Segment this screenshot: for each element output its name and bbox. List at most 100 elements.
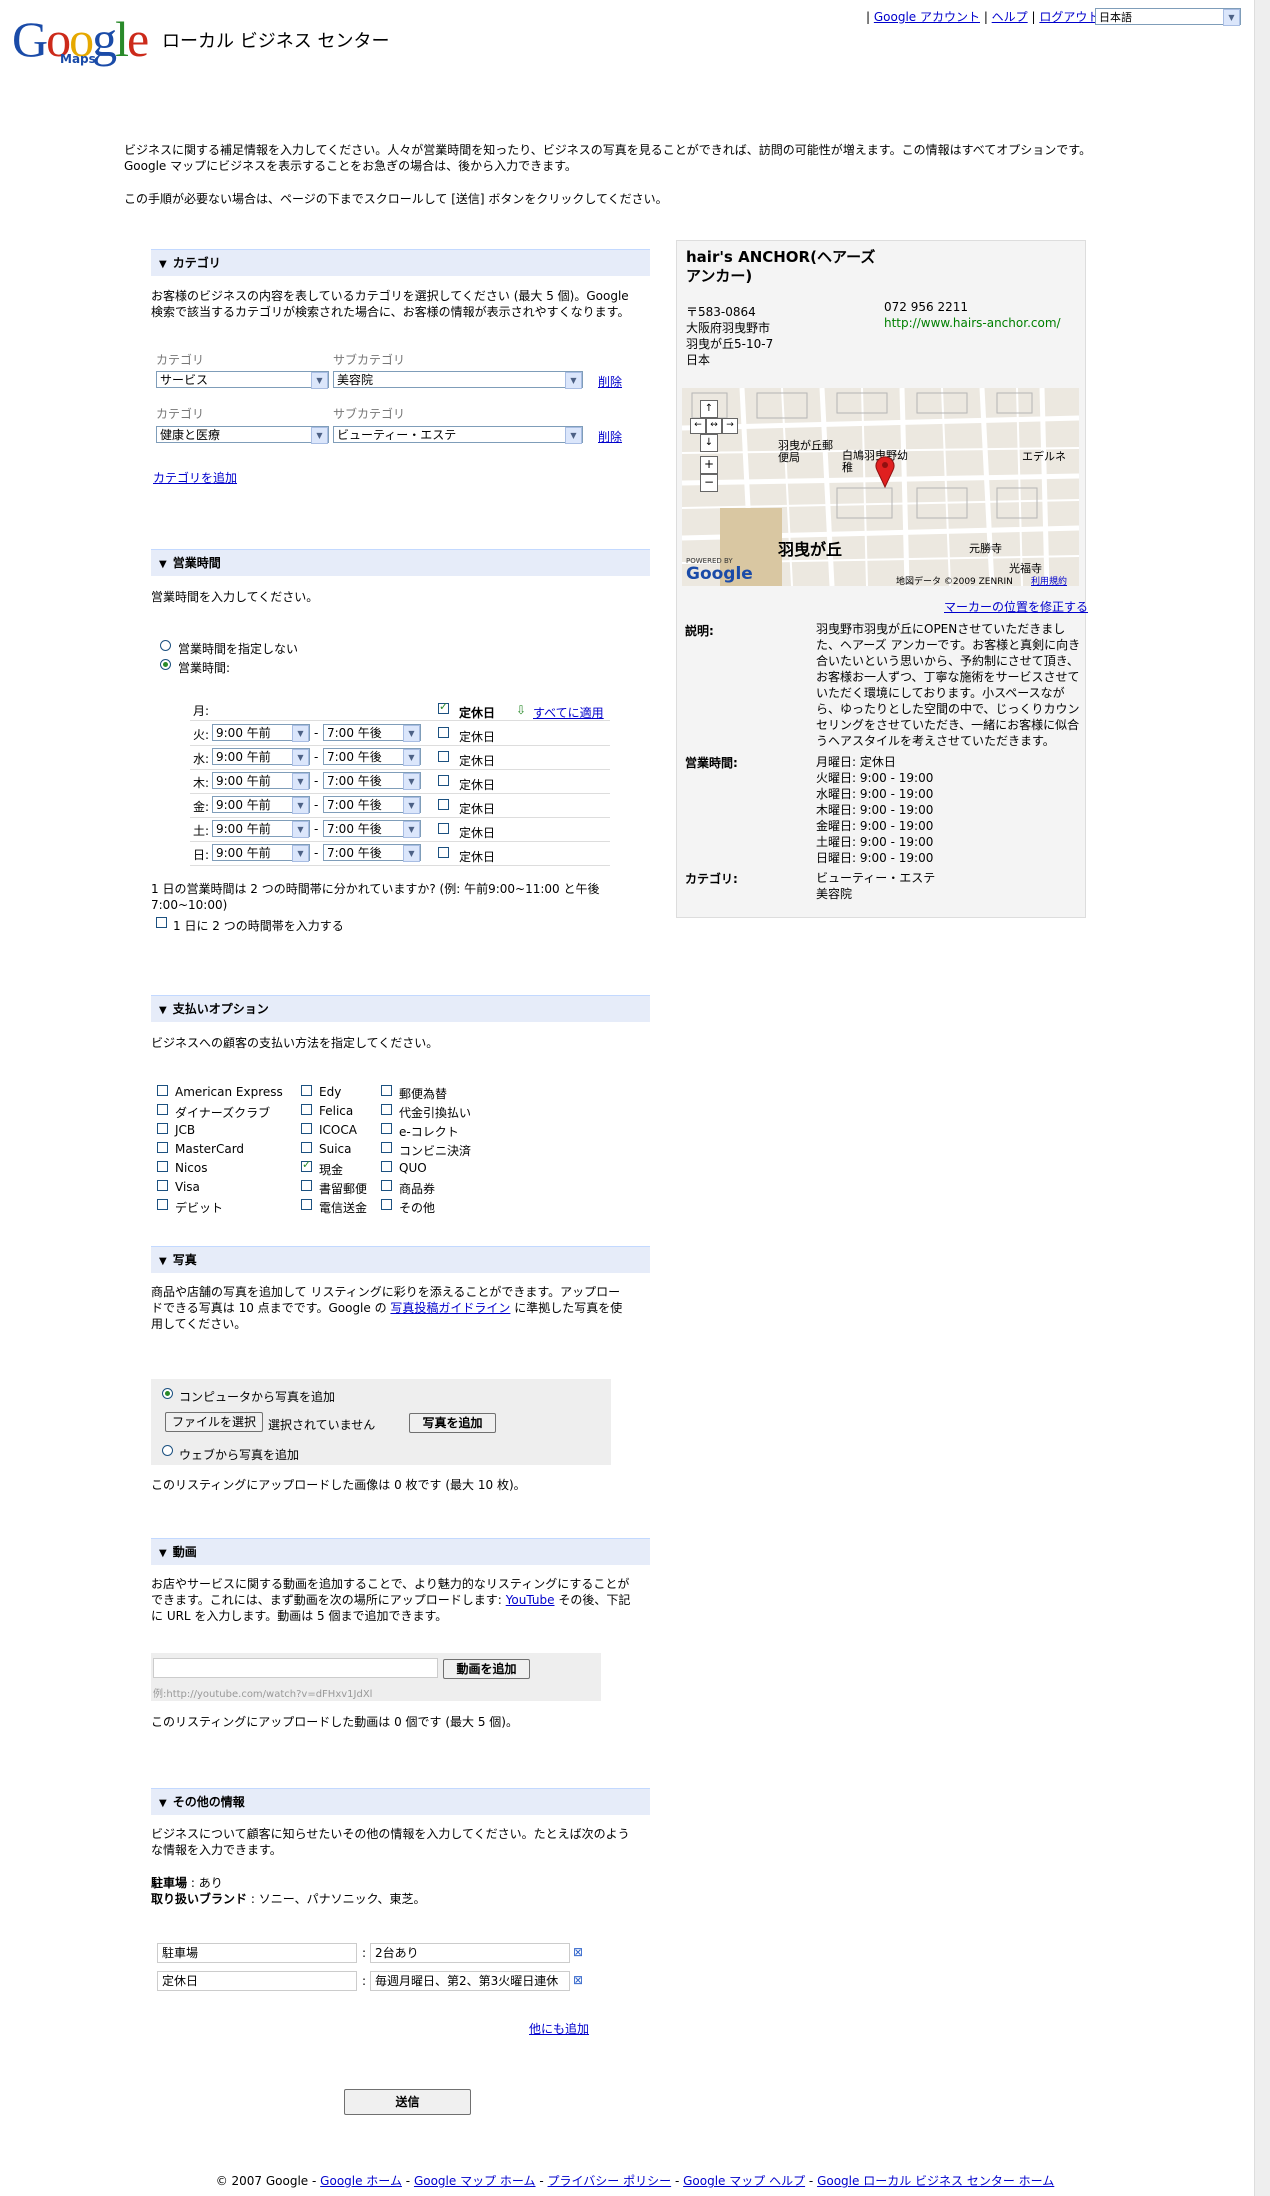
open-time-select[interactable]: 9:00 午前 ▼ (212, 820, 310, 838)
zoom-out-icon[interactable]: − (700, 474, 718, 492)
hours-section-header[interactable]: ▼ 営業時間 (151, 549, 650, 576)
logout-link[interactable]: ログアウト (1039, 10, 1099, 24)
open-time-select[interactable]: 9:00 午前 ▼ (212, 748, 310, 766)
delete-category-2[interactable]: 削除 (598, 428, 622, 445)
hours-radio[interactable] (160, 659, 171, 670)
google-maps-logo[interactable]: Google Maps (12, 14, 162, 66)
row-divider (190, 841, 610, 842)
help-link[interactable]: ヘルプ (992, 10, 1028, 24)
pan-down-icon[interactable]: ↓ (700, 434, 718, 452)
add-category-link[interactable]: カテゴリを追加 (153, 469, 237, 486)
zoom-in-icon[interactable]: + (700, 456, 718, 474)
map-view[interactable]: 羽曳が丘郵便局 白鳩羽曳野幼稚 エデルネ 羽曳が丘 元勝寺 光福寺 ↑ ← ↔ … (682, 388, 1079, 586)
payment-checkbox[interactable] (157, 1199, 168, 1210)
split-hours-checkbox[interactable] (156, 917, 167, 928)
payment-checkbox[interactable] (157, 1142, 168, 1153)
subcategory-select-2[interactable]: ビューティー・エステ ▼ (333, 426, 583, 444)
page-scrollbar[interactable] (1254, 0, 1270, 2196)
delete-category-1[interactable]: 削除 (598, 373, 622, 390)
payment-checkbox[interactable] (157, 1104, 168, 1115)
closed-checkbox[interactable] (438, 799, 449, 810)
open-time-select[interactable]: 9:00 午前 ▼ (212, 796, 310, 814)
payment-checkbox[interactable] (157, 1123, 168, 1134)
attribute-key-input[interactable]: 定休日 (157, 1971, 357, 1991)
payment-checkbox[interactable] (381, 1142, 392, 1153)
open-time-select[interactable]: 9:00 午前 ▼ (212, 772, 310, 790)
photos-section-header[interactable]: ▼ 写真 (151, 1246, 650, 1273)
photo-guidelines-link[interactable]: 写真投稿ガイドライン (390, 1301, 510, 1315)
apply-all-link[interactable]: すべてに適用 (533, 704, 604, 721)
footer-link-google-home[interactable]: Google ホーム (320, 2174, 402, 2188)
account-link[interactable]: Google アカウント (874, 10, 980, 24)
closed-checkbox[interactable] (438, 751, 449, 762)
footer-link-maps-help[interactable]: Google マップ ヘルプ (683, 2174, 805, 2188)
no-hours-radio[interactable] (160, 640, 171, 651)
footer-link-maps-home[interactable]: Google マップ ホーム (414, 2174, 536, 2188)
footer-link-privacy[interactable]: プライバシー ポリシー (548, 2174, 672, 2188)
open-time-select[interactable]: 9:00 午前 ▼ (212, 844, 310, 862)
attribute-key-input[interactable]: 駐車場 (157, 1943, 357, 1963)
closed-checkbox-mon[interactable] (438, 700, 449, 714)
listing-url[interactable]: http://www.hairs-anchor.com/ (884, 316, 1061, 330)
payment-checkbox[interactable] (381, 1104, 392, 1115)
payment-checkbox[interactable] (157, 1085, 168, 1096)
payment-checkbox[interactable] (381, 1199, 392, 1210)
payment-checkbox[interactable] (301, 1104, 312, 1115)
close-time-select[interactable]: 7:00 午後 ▼ (323, 844, 421, 862)
closed-checkbox[interactable] (438, 847, 449, 858)
pan-up-icon[interactable]: ↑ (700, 400, 718, 418)
payment-checkbox[interactable] (381, 1123, 392, 1134)
map-terms-link[interactable]: 利用規約 (1031, 574, 1067, 586)
closed-checkbox[interactable] (438, 775, 449, 786)
payment-section-header[interactable]: ▼ 支払いオプション (151, 995, 650, 1022)
choose-file-button[interactable]: ファイルを選択 (165, 1412, 263, 1432)
payment-checkbox[interactable] (301, 1180, 312, 1191)
payment-checkbox[interactable] (301, 1142, 312, 1153)
pan-center-icon[interactable]: ↔ (706, 418, 722, 434)
video-url-input[interactable] (153, 1658, 438, 1678)
payment-checkbox[interactable] (301, 1158, 312, 1172)
other-info-section-header[interactable]: ▼ その他の情報 (151, 1788, 650, 1815)
payment-checkbox[interactable] (381, 1161, 392, 1172)
address-line: 羽曳が丘5-10-7 (686, 337, 774, 351)
add-video-button[interactable]: 動画を追加 (443, 1659, 530, 1679)
closed-checkbox[interactable] (438, 823, 449, 834)
attribute-value-input[interactable]: 毎週月曜日、第2、第3火曜日連休 (370, 1971, 570, 1991)
add-photo-button[interactable]: 写真を追加 (409, 1413, 496, 1433)
youtube-link[interactable]: YouTube (506, 1593, 555, 1607)
map-marker-icon[interactable] (874, 454, 896, 488)
footer-link-lbc-home[interactable]: Google ローカル ビジネス センター ホーム (817, 2174, 1054, 2188)
category-select-1[interactable]: サービス ▼ (156, 371, 329, 389)
subcategory-select-1[interactable]: 美容院 ▼ (333, 371, 583, 389)
submit-button[interactable]: 送信 (344, 2089, 471, 2115)
pan-right-icon[interactable]: → (722, 418, 738, 434)
attribute-value-input[interactable]: 2台あり (370, 1943, 570, 1963)
category-select-2[interactable]: 健康と医療 ▼ (156, 426, 329, 444)
payment-checkbox[interactable] (301, 1085, 312, 1096)
add-more-link[interactable]: 他にも追加 (529, 2020, 589, 2037)
category-section-header[interactable]: ▼ カテゴリ (151, 249, 650, 276)
from-web-radio[interactable] (162, 1445, 173, 1456)
open-time-select[interactable]: 9:00 午前 ▼ (212, 724, 310, 742)
payment-checkbox[interactable] (301, 1123, 312, 1134)
payment-checkbox[interactable] (157, 1180, 168, 1191)
close-time-select[interactable]: 7:00 午後 ▼ (323, 748, 421, 766)
pan-left-icon[interactable]: ← (690, 418, 706, 434)
select-value: 9:00 午前 (216, 774, 271, 788)
from-computer-radio[interactable] (162, 1388, 173, 1399)
video-section-header[interactable]: ▼ 動画 (151, 1538, 650, 1565)
close-time-select[interactable]: 7:00 午後 ▼ (323, 772, 421, 790)
close-time-select[interactable]: 7:00 午後 ▼ (323, 724, 421, 742)
fix-marker-link[interactable]: マーカーの位置を修正する (944, 598, 1088, 615)
remove-icon[interactable]: ⊠ (573, 1945, 583, 1959)
close-time-select[interactable]: 7:00 午後 ▼ (323, 796, 421, 814)
language-select[interactable]: 日本語 ▼ (1095, 8, 1241, 26)
payment-checkbox[interactable] (157, 1161, 168, 1172)
payment-checkbox[interactable] (381, 1085, 392, 1096)
payment-checkbox[interactable] (381, 1180, 392, 1191)
intro-note: この手順が必要ない場合は、ページの下までスクロールして [送信] ボタンをクリッ… (124, 192, 668, 206)
close-time-select[interactable]: 7:00 午後 ▼ (323, 820, 421, 838)
payment-checkbox[interactable] (301, 1199, 312, 1210)
remove-icon[interactable]: ⊠ (573, 1973, 583, 1987)
closed-checkbox[interactable] (438, 727, 449, 738)
